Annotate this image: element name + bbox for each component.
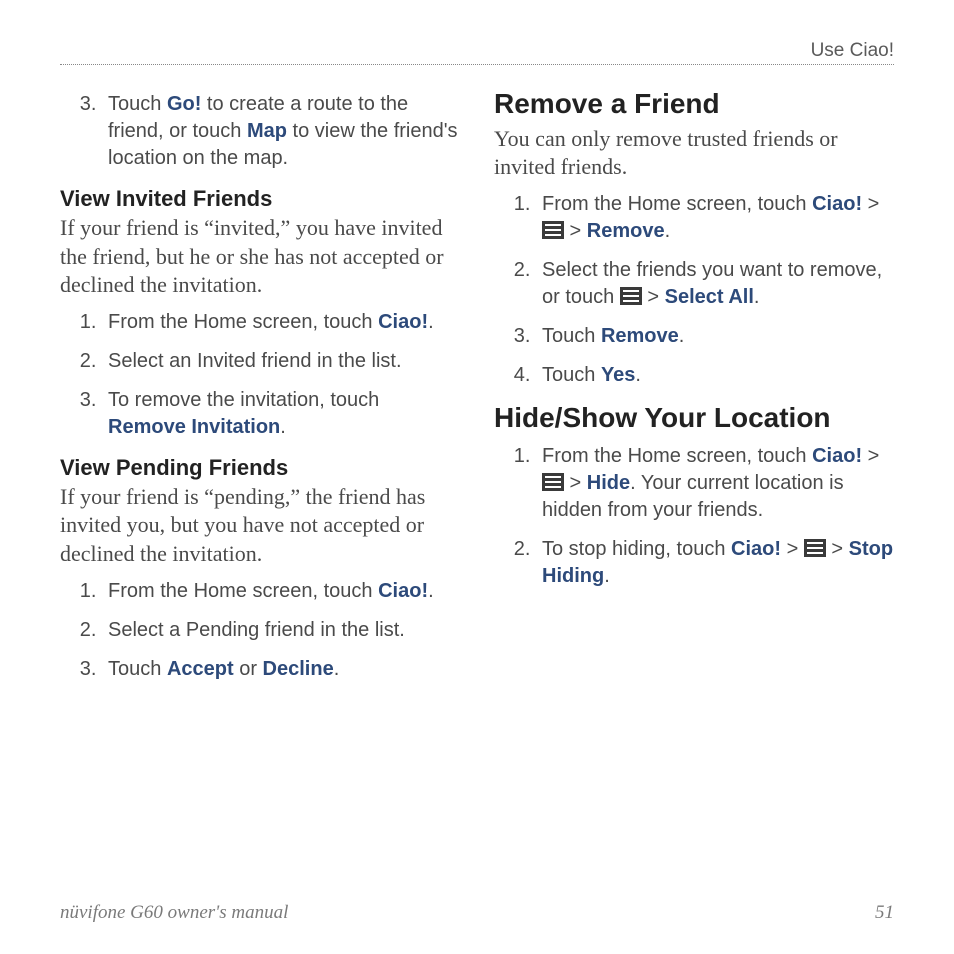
list-item: Touch Yes. xyxy=(536,362,894,389)
list-item: Touch Remove. xyxy=(536,323,894,350)
step-text: > xyxy=(781,538,804,560)
list-item: Touch Go! to create a route to the frien… xyxy=(102,91,460,172)
list-item: From the Home screen, touch Ciao! > > Hi… xyxy=(536,443,894,524)
route-step-3-list: Touch Go! to create a route to the frien… xyxy=(60,91,460,172)
step-text: or xyxy=(234,658,263,680)
footer-book-title: nüvifone G60 owner's manual xyxy=(60,902,288,924)
heading-view-invited: View Invited Friends xyxy=(60,186,460,212)
header-section-label: Use Ciao! xyxy=(60,40,894,62)
keyword-ciao: Ciao! xyxy=(731,538,781,560)
step-text: To stop hiding, touch xyxy=(542,538,731,560)
step-text: . xyxy=(679,325,685,347)
step-text: . xyxy=(754,286,760,308)
step-text: To remove the invitation, touch xyxy=(108,389,379,411)
hide-steps: From the Home screen, touch Ciao! > > Hi… xyxy=(494,443,894,590)
step-text: > xyxy=(826,538,849,560)
step-text: . xyxy=(280,416,286,438)
step-text: > xyxy=(564,220,587,242)
menu-icon xyxy=(804,539,826,557)
keyword-decline: Decline xyxy=(263,658,334,680)
step-text: > xyxy=(642,286,665,308)
keyword-hide: Hide xyxy=(587,472,630,494)
step-text: > xyxy=(862,445,879,467)
list-item: From the Home screen, touch Ciao!. xyxy=(102,578,460,605)
body-text: If your friend is “pending,” the friend … xyxy=(60,483,460,567)
keyword-ciao: Ciao! xyxy=(378,580,428,602)
list-item: Select the friends you want to remove, o… xyxy=(536,257,894,311)
step-text: Touch xyxy=(108,93,167,115)
step-text: Touch xyxy=(542,364,601,386)
body-text: If your friend is “invited,” you have in… xyxy=(60,214,460,298)
step-text: From the Home screen, touch xyxy=(108,311,378,333)
step-text: From the Home screen, touch xyxy=(542,193,812,215)
list-item: To remove the invitation, touch Remove I… xyxy=(102,387,460,441)
list-item: Touch Accept or Decline. xyxy=(102,656,460,683)
menu-icon xyxy=(542,221,564,239)
body-text: You can only remove trusted friends or i… xyxy=(494,125,894,181)
header-divider xyxy=(60,64,894,65)
list-item: From the Home screen, touch Ciao!. xyxy=(102,309,460,336)
list-item: Select an Invited friend in the list. xyxy=(102,348,460,375)
menu-icon xyxy=(620,287,642,305)
step-text: . xyxy=(334,658,340,680)
invited-steps: From the Home screen, touch Ciao!. Selec… xyxy=(60,309,460,441)
keyword-remove: Remove xyxy=(601,325,679,347)
step-text: Touch xyxy=(108,658,167,680)
list-item: From the Home screen, touch Ciao! > > Re… xyxy=(536,191,894,245)
heading-hide-show-location: Hide/Show Your Location xyxy=(494,401,894,435)
page-footer: nüvifone G60 owner's manual 51 xyxy=(60,902,894,924)
list-item: To stop hiding, touch Ciao! > > Stop Hid… xyxy=(536,536,894,590)
keyword-ciao: Ciao! xyxy=(812,445,862,467)
pending-steps: From the Home screen, touch Ciao!. Selec… xyxy=(60,578,460,683)
list-item: Select a Pending friend in the list. xyxy=(102,617,460,644)
step-text: . xyxy=(665,220,671,242)
step-text: > xyxy=(862,193,879,215)
manual-page: Use Ciao! Touch Go! to create a route to… xyxy=(0,0,954,954)
step-text: . xyxy=(604,565,610,587)
content-columns: Touch Go! to create a route to the frien… xyxy=(60,83,894,883)
keyword-select-all: Select All xyxy=(665,286,754,308)
heading-view-pending: View Pending Friends xyxy=(60,455,460,481)
step-text: From the Home screen, touch xyxy=(108,580,378,602)
left-column: Touch Go! to create a route to the frien… xyxy=(60,83,460,883)
step-text: . xyxy=(428,311,434,333)
menu-icon xyxy=(542,473,564,491)
keyword-ciao: Ciao! xyxy=(812,193,862,215)
footer-page-number: 51 xyxy=(875,902,894,924)
step-text: From the Home screen, touch xyxy=(542,445,812,467)
step-text: > xyxy=(564,472,587,494)
remove-steps: From the Home screen, touch Ciao! > > Re… xyxy=(494,191,894,389)
keyword-map: Map xyxy=(247,120,287,142)
keyword-go: Go! xyxy=(167,93,201,115)
keyword-ciao: Ciao! xyxy=(378,311,428,333)
keyword-accept: Accept xyxy=(167,658,234,680)
step-text: Touch xyxy=(542,325,601,347)
keyword-remove: Remove xyxy=(587,220,665,242)
keyword-remove-invitation: Remove Invitation xyxy=(108,416,280,438)
step-text: . xyxy=(428,580,434,602)
keyword-yes: Yes xyxy=(601,364,635,386)
right-column: Remove a Friend You can only remove trus… xyxy=(494,83,894,883)
heading-remove-friend: Remove a Friend xyxy=(494,87,894,121)
step-text: . xyxy=(635,364,641,386)
